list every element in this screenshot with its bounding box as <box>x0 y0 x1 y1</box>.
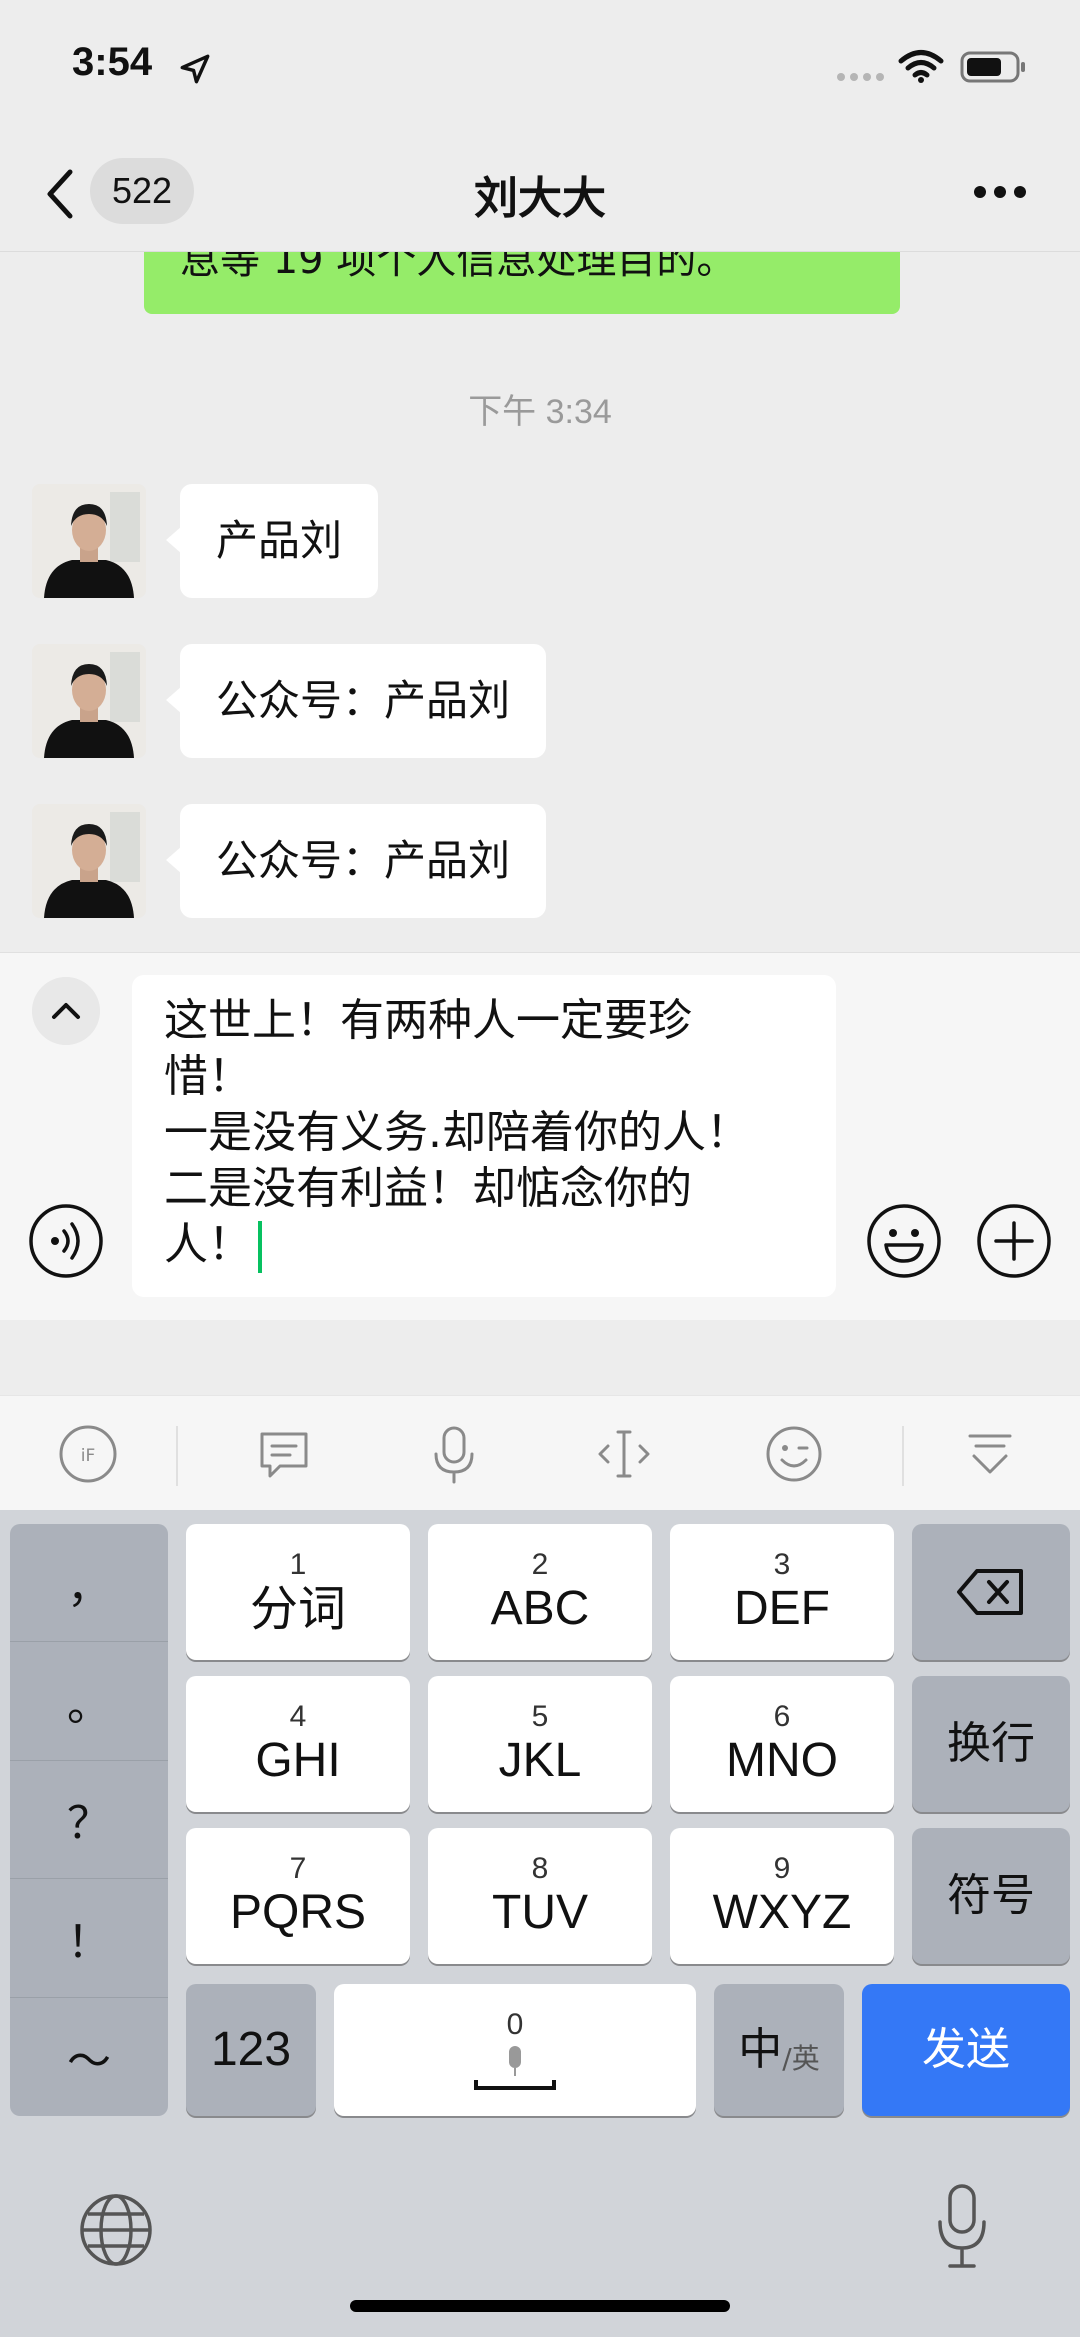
key-number: 8 <box>531 1852 549 1885</box>
keyboard: ， 。 ？ ！ ～ 1 分词 2 ABC 3 DEF 4 GHI 5 JKL 6… <box>0 1510 1080 2337</box>
message-composer: 这世上！有两种人一定要珍 惜！ 一是没有义务.却陪着你的人！ 二是没有利益！却惦… <box>0 952 1080 1320</box>
backspace-key[interactable] <box>912 1524 1070 1660</box>
input-text-line: 一是没有义务.却陪着你的人！ <box>164 1107 750 1158</box>
collapse-keyboard-icon[interactable] <box>958 1422 1022 1486</box>
key-label: PQRS <box>229 1886 367 1939</box>
key-number: 1 <box>289 1548 307 1581</box>
message-list[interactable]: 息等 19 项个人信息处理目的。 下午 3:34 产品刘 公众号：产品刘 公众号… <box>0 252 1080 952</box>
input-last-line: 人！ <box>164 1217 804 1273</box>
text-caret <box>258 1221 262 1273</box>
cursor-move-icon[interactable] <box>592 1422 656 1486</box>
key-label: 123 <box>210 2023 292 2076</box>
dictation-mic-icon[interactable] <box>932 2182 992 2272</box>
message-bubble[interactable]: 产品刘 <box>165 484 379 598</box>
key-label: 发送 <box>922 2024 1010 2075</box>
message-timestamp: 下午 3:34 <box>468 393 612 431</box>
punctuation-key[interactable]: ， <box>10 1524 168 1643</box>
sent-message-bubble[interactable]: 息等 19 项个人信息处理目的。 <box>144 252 900 314</box>
key-number: 5 <box>531 1700 549 1733</box>
emoticon-icon[interactable] <box>762 1422 826 1486</box>
lang-alt-label: /英 <box>782 2042 820 2075</box>
chat-title: 刘大大 <box>474 173 606 224</box>
key-label: DEF <box>734 1582 830 1635</box>
key-label: 换行 <box>947 1718 1035 1769</box>
key-number: 7 <box>289 1852 307 1885</box>
newline-key[interactable]: 换行 <box>912 1676 1070 1812</box>
key-number: 3 <box>773 1548 791 1581</box>
emoji-icon[interactable] <box>866 1203 942 1279</box>
key-number: 4 <box>289 1700 307 1733</box>
status-bar: 3:54 <box>0 0 1080 140</box>
avatar[interactable] <box>32 804 146 918</box>
message-input[interactable]: 这世上！有两种人一定要珍 惜！ 一是没有义务.却陪着你的人！ 二是没有利益！却惦… <box>132 975 836 1297</box>
key-number: 2 <box>531 1548 549 1581</box>
home-indicator <box>350 2300 730 2312</box>
input-text-line: 二是没有利益！却惦念你的 <box>164 1163 692 1214</box>
chevron-up-icon[interactable] <box>32 977 100 1045</box>
iflytek-logo-icon[interactable]: iF <box>56 1422 120 1486</box>
plus-icon[interactable] <box>976 1203 1052 1279</box>
microphone-icon[interactable] <box>422 1422 486 1486</box>
toolbar-divider <box>176 1426 178 1486</box>
key-label: 分词 <box>249 1581 346 1637</box>
voice-input-icon[interactable] <box>28 1203 104 1279</box>
key-label: MNO <box>726 1734 838 1787</box>
message-bubble[interactable]: 公众号：产品刘 <box>165 804 547 918</box>
space-key[interactable]: 0 <box>334 1984 696 2116</box>
key-4[interactable]: 4 GHI <box>186 1676 410 1812</box>
space-mic-icon <box>474 2046 556 2090</box>
globe-icon[interactable] <box>78 2192 154 2268</box>
more-options-icon[interactable] <box>972 184 1028 200</box>
key-label: JKL <box>498 1734 582 1787</box>
key-5[interactable]: 5 JKL <box>428 1676 652 1812</box>
key-2[interactable]: 2 ABC <box>428 1524 652 1660</box>
key-7[interactable]: 7 PQRS <box>186 1828 410 1964</box>
input-text-line: 这世上！有两种人一定要珍 <box>164 995 692 1046</box>
key-9[interactable]: 9 WXYZ <box>670 1828 894 1964</box>
key-8[interactable]: 8 TUV <box>428 1828 652 1964</box>
toolbar-divider <box>902 1426 904 1486</box>
punctuation-key[interactable]: ？ <box>10 1761 168 1880</box>
status-time: 3:54 <box>72 40 153 84</box>
wifi-icon <box>898 50 944 83</box>
phrase-chat-icon[interactable] <box>252 1422 316 1486</box>
key-label: 符号 <box>947 1870 1035 1921</box>
battery-icon <box>960 51 1025 83</box>
message-bubble[interactable]: 公众号：产品刘 <box>165 644 547 758</box>
language-toggle-key[interactable]: 中 /英 <box>714 1984 844 2116</box>
avatar[interactable] <box>32 644 146 758</box>
lang-main-label: 中 <box>738 2024 783 2075</box>
sent-message-text: 息等 19 项个人信息处理目的。 <box>180 252 737 283</box>
avatar[interactable] <box>32 484 146 598</box>
input-text-line: 人！ <box>164 1219 252 1270</box>
key-number: 0 <box>506 2008 524 2041</box>
chat-header: 522 刘大大 <box>0 140 1080 252</box>
key-label: ABC <box>490 1582 590 1635</box>
key-number: 9 <box>773 1852 791 1885</box>
key-1[interactable]: 1 分词 <box>186 1524 410 1660</box>
numbers-key[interactable]: 123 <box>186 1984 316 2116</box>
key-label: TUV <box>492 1886 588 1939</box>
symbols-key[interactable]: 符号 <box>912 1828 1070 1964</box>
key-label: GHI <box>255 1734 341 1787</box>
punctuation-key[interactable]: ～ <box>10 1998 168 2116</box>
key-number: 6 <box>773 1700 791 1733</box>
input-text-line: 惜！ <box>164 1051 252 1102</box>
svg-text:iF: iF <box>81 1446 96 1466</box>
key-6[interactable]: 6 MNO <box>670 1676 894 1812</box>
key-label: WXYZ <box>712 1886 852 1939</box>
key-3[interactable]: 3 DEF <box>670 1524 894 1660</box>
send-button[interactable]: 发送 <box>862 1984 1070 2116</box>
location-arrow-icon <box>180 54 210 84</box>
punctuation-key[interactable]: ！ <box>10 1879 168 1998</box>
punctuation-column[interactable]: ， 。 ？ ！ ～ <box>10 1524 168 2116</box>
cellular-signal-icon <box>837 73 884 81</box>
punctuation-key[interactable]: 。 <box>10 1642 168 1761</box>
keyboard-toolbar: iF <box>0 1395 1080 1510</box>
backspace-icon <box>957 1569 1023 1615</box>
